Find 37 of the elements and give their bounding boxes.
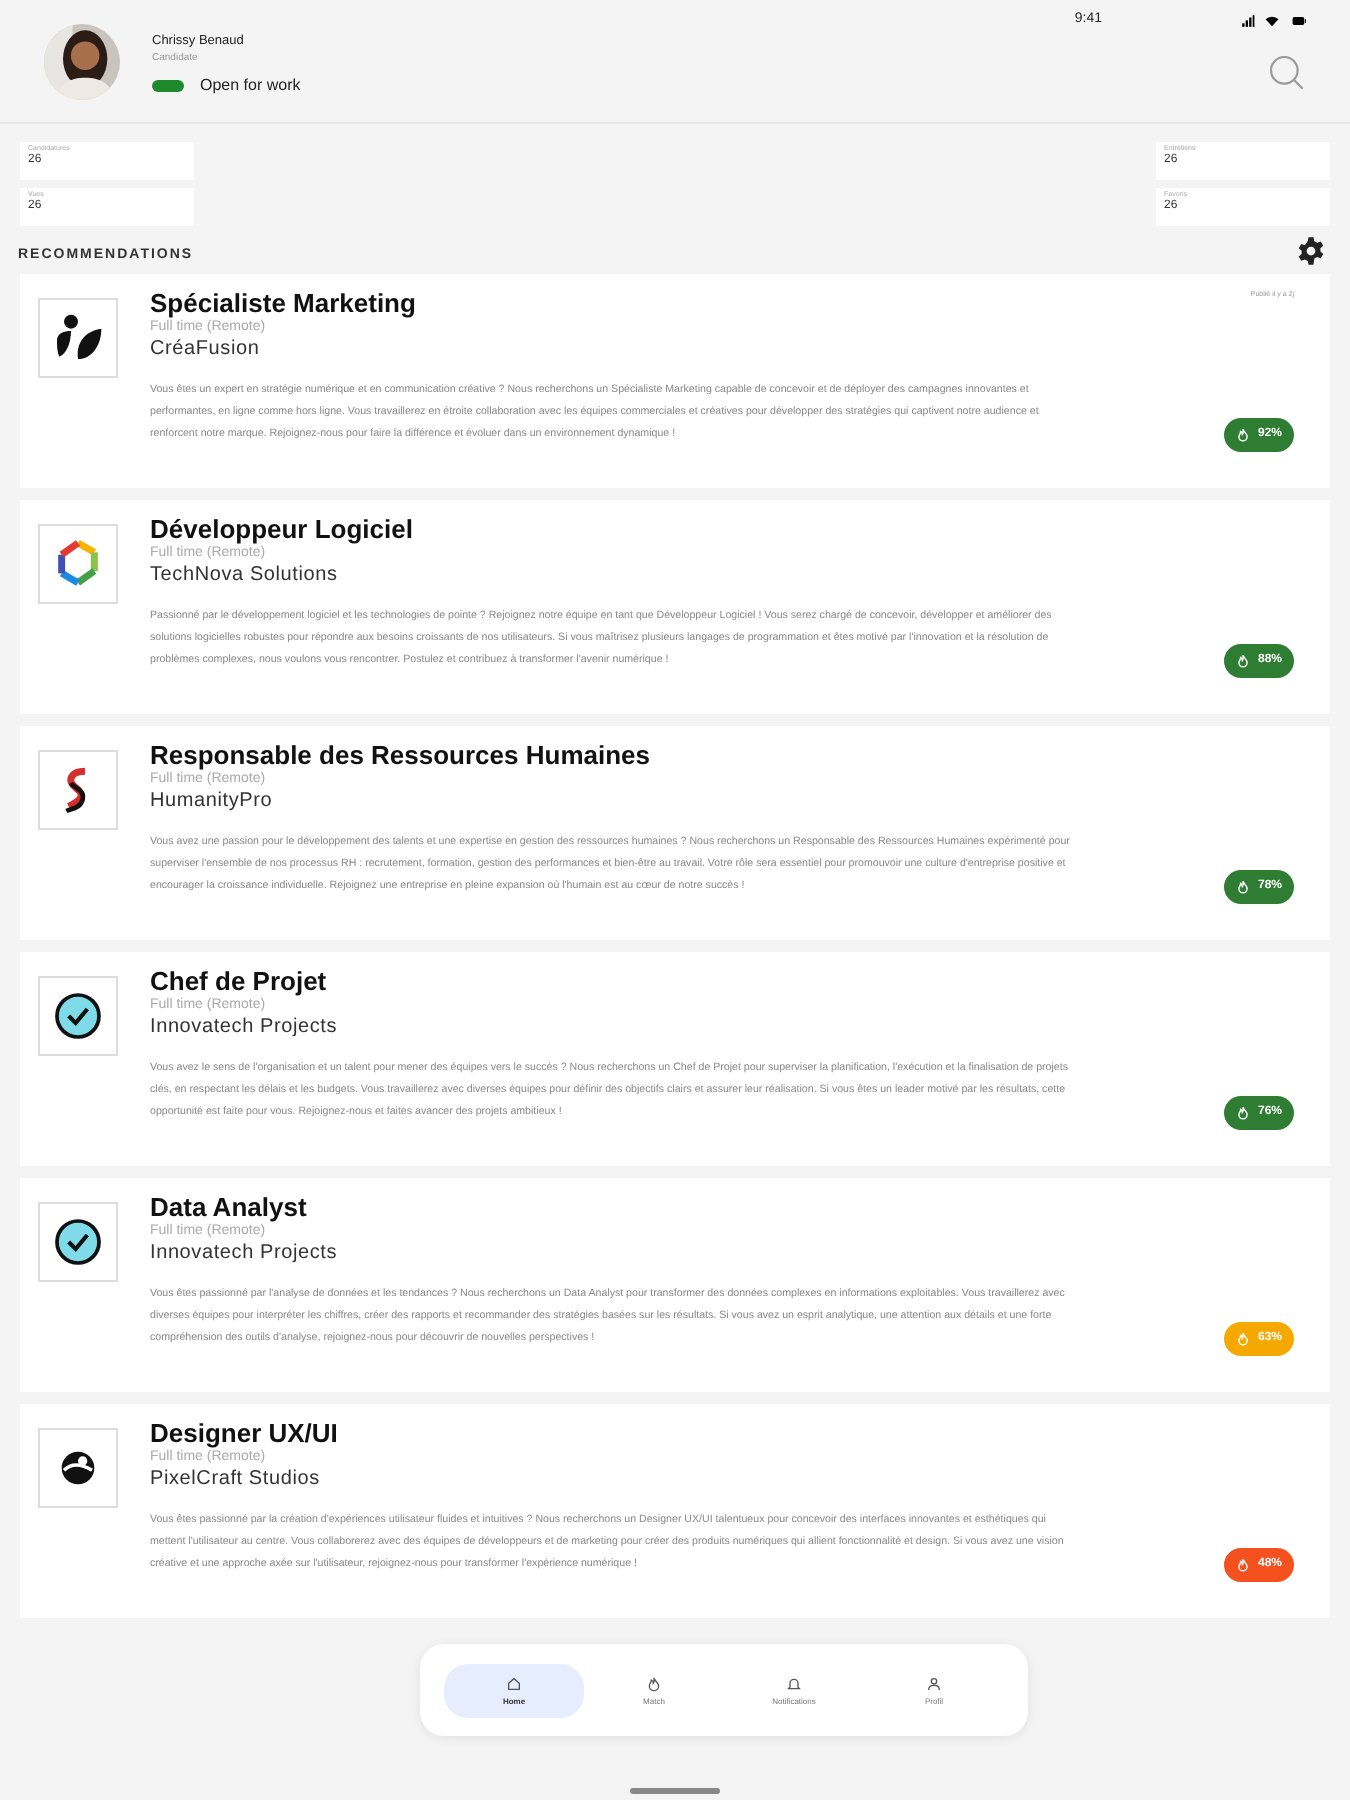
- person-icon: [926, 1675, 942, 1691]
- job-title: Spécialiste Marketing: [150, 290, 418, 319]
- search-icon[interactable]: [1266, 51, 1306, 91]
- home-icon: [506, 1675, 522, 1691]
- flame-icon: [1235, 428, 1250, 442]
- checkmark-logo-icon: [50, 988, 106, 1044]
- company-name: Innovatech Projects: [150, 1014, 340, 1041]
- company-name: HumanityPro: [150, 788, 275, 815]
- company-name: CréaFusion: [150, 336, 262, 363]
- flame-icon: [1235, 1106, 1250, 1120]
- company-name: Innovatech Projects: [150, 1240, 340, 1267]
- checkmark-logo-icon: [50, 1214, 106, 1270]
- flame-icon: [1235, 880, 1250, 894]
- company-name: TechNova Solutions: [150, 562, 340, 589]
- job-title: Designer UX/UI: [150, 1420, 340, 1449]
- bell-icon: [786, 1675, 802, 1691]
- flame-icon: [1235, 654, 1250, 668]
- job-card[interactable]: [20, 952, 1330, 1166]
- battery-icon: [1288, 13, 1310, 28]
- flame-icon: [646, 1675, 662, 1691]
- job-title: Responsable des Ressources Humaines: [150, 742, 652, 771]
- company-name: PixelCraft Studios: [150, 1466, 322, 1493]
- job-card[interactable]: [20, 1404, 1330, 1618]
- wifi-icon: [1264, 13, 1280, 28]
- job-title: Développeur Logiciel: [150, 516, 415, 545]
- home-indicator: [630, 1788, 720, 1794]
- job-title: Chef de Projet: [150, 968, 329, 997]
- job-card[interactable]: [20, 1178, 1330, 1392]
- flame-icon: [1235, 1558, 1250, 1572]
- signal-icon: [1240, 13, 1256, 28]
- open-for-work-label: Open for work: [200, 74, 301, 99]
- settings-icon[interactable]: [1296, 236, 1326, 266]
- open-for-work-toggle[interactable]: [152, 80, 184, 93]
- job-card[interactable]: [20, 726, 1330, 940]
- flame-icon: [1235, 1332, 1250, 1346]
- job-title: Data Analyst: [150, 1194, 309, 1223]
- job-card[interactable]: [20, 500, 1330, 714]
